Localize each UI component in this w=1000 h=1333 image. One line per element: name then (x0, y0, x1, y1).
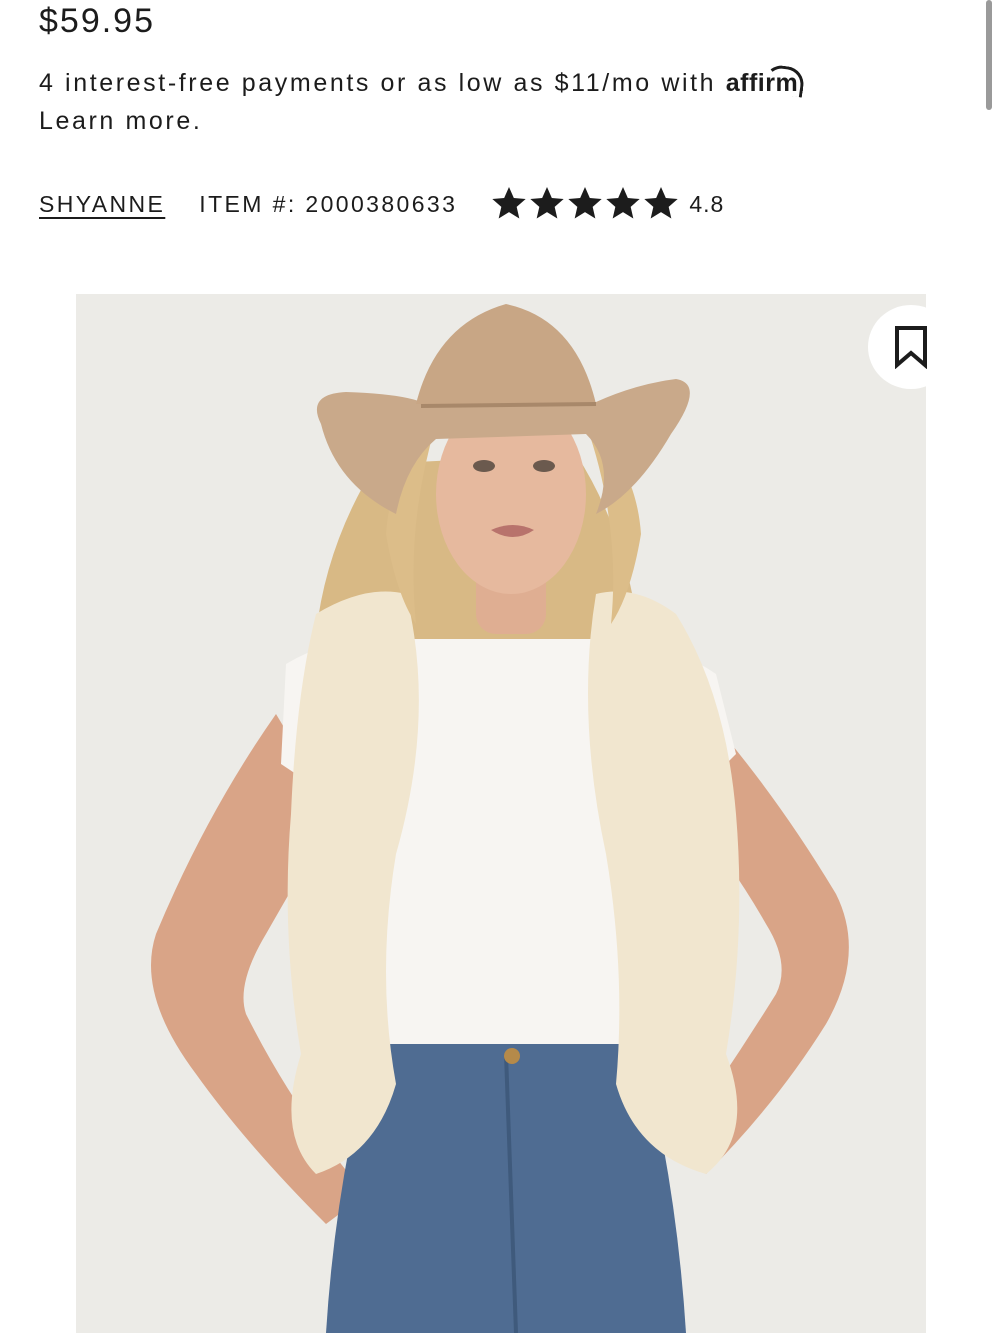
star-icon (644, 187, 678, 219)
product-photo-illustration (76, 294, 926, 1333)
product-meta-row: SHYANNE ITEM #: 2000380633 4.8 (39, 182, 724, 226)
star-icon (530, 187, 564, 219)
financing-info: 4 interest-free payments or as low as $1… (39, 63, 939, 140)
bookmark-icon (895, 326, 927, 369)
bookmark-button[interactable] (868, 305, 954, 389)
learn-more-link[interactable]: Learn more. (39, 107, 202, 135)
star-icon (568, 187, 602, 219)
financing-text: 4 interest-free payments or as low as $1… (39, 69, 717, 97)
rating-stars[interactable] (489, 184, 679, 224)
rating-value[interactable]: 4.8 (689, 191, 724, 218)
star-icon (606, 187, 640, 219)
affirm-logo: affirm (726, 63, 807, 102)
product-photo[interactable] (76, 294, 926, 1333)
scrollbar[interactable] (986, 0, 992, 110)
star-icon (492, 187, 526, 219)
product-detail-page: $59.95 4 interest-free payments or as lo… (0, 0, 1000, 1333)
item-number: ITEM #: 2000380633 (199, 190, 458, 217)
brand-link[interactable]: SHYANNE (39, 191, 165, 218)
product-price: $59.95 (39, 2, 155, 40)
